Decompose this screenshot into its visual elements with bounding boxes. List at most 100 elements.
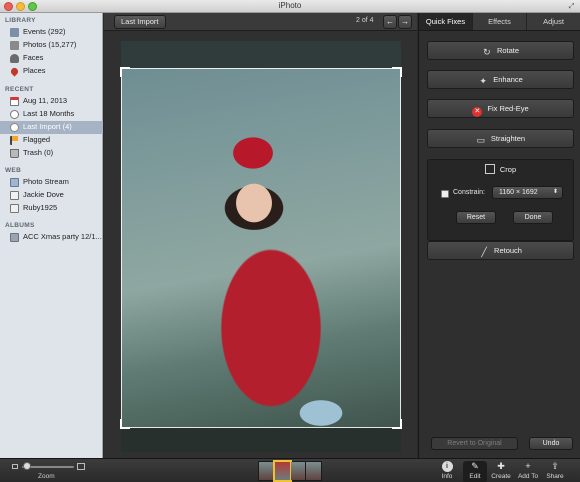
zoom-slider-knob[interactable]	[23, 462, 31, 470]
edit-label: Edit	[469, 473, 481, 480]
photos-icon	[10, 41, 19, 50]
add-to-button[interactable]: + Add To	[516, 461, 540, 482]
enhance-button[interactable]: ✦ Enhance	[427, 70, 574, 89]
sidebar-item-photos[interactable]: Photos (15,277)	[0, 39, 103, 52]
create-icon: ✚	[497, 461, 505, 471]
flag-icon	[10, 136, 19, 145]
filmstrip-thumbnail[interactable]	[306, 462, 321, 480]
previous-photo-button[interactable]: ←	[383, 15, 397, 29]
sidebar-item-trash[interactable]: Trash (0)	[0, 147, 103, 160]
sidebar-item-last-import[interactable]: Last Import (4)	[0, 121, 103, 134]
straighten-button[interactable]: ▭ Straighten	[427, 129, 574, 148]
last-import-breadcrumb-button[interactable]: Last Import	[114, 15, 166, 29]
next-photo-button[interactable]: →	[398, 15, 412, 29]
sidebar-heading-recent: RECENT	[5, 86, 34, 93]
retouch-button[interactable]: ╱ Retouch	[427, 241, 574, 260]
sidebar: LIBRARY Events (292) Photos (15,277) Fac…	[0, 13, 103, 458]
sidebar-item-label: Last 18 Months	[23, 109, 75, 118]
window-title: iPhoto	[278, 1, 302, 10]
undo-button[interactable]: Undo	[529, 437, 573, 450]
edit-pencil-icon: ✎	[471, 461, 479, 471]
crop-handle-bottom-right[interactable]	[392, 419, 402, 429]
constrain-ratio-value: 1160 × 1692	[499, 189, 538, 196]
trash-icon	[10, 149, 19, 158]
sidebar-heading-albums: ALBUMS	[5, 222, 35, 229]
sidebar-item-label: Faces	[23, 53, 44, 62]
clock-icon	[10, 110, 19, 119]
constrain-checkbox[interactable]	[441, 190, 449, 198]
crop-icon	[484, 164, 495, 174]
fix-red-eye-button[interactable]: ✕ Fix Red-Eye	[427, 99, 574, 118]
sidebar-item-acc-xmas-party[interactable]: ACC Xmas party 12/1...	[0, 231, 103, 244]
filmstrip-thumbnail[interactable]	[290, 462, 306, 480]
red-eye-icon: ✕	[472, 107, 483, 117]
calendar-icon	[10, 97, 19, 106]
rotate-button[interactable]: ↻ Rotate	[427, 41, 574, 60]
crop-handle-top-left[interactable]	[120, 67, 130, 77]
sidebar-item-flagged[interactable]: Flagged	[0, 134, 103, 147]
info-icon: i	[441, 461, 453, 472]
fullscreen-icon[interactable]: ⤢	[567, 2, 576, 11]
photo-stream-icon	[10, 178, 19, 187]
zoom-label: Zoom	[38, 473, 55, 480]
photo-viewer	[104, 31, 417, 458]
sidebar-item-label: Photos (15,277)	[23, 40, 77, 49]
add-to-label: Add To	[517, 473, 539, 480]
fix-red-eye-label: Fix Red-Eye	[487, 104, 529, 113]
tab-adjust[interactable]: Adjust	[527, 13, 580, 30]
tab-effects[interactable]: Effects	[473, 13, 527, 30]
rotate-icon: ↻	[483, 47, 491, 57]
share-label: Share	[546, 473, 564, 480]
sidebar-item-label: Trash (0)	[23, 148, 54, 157]
title-bar: iPhoto ⤢	[0, 0, 580, 13]
sidebar-item-events[interactable]: Events (292)	[0, 26, 103, 39]
crop-panel: Crop Constrain: 1160 × 1692 ⬍ Reset Done	[427, 159, 574, 241]
edit-button[interactable]: ✎ Edit	[463, 461, 487, 482]
chevron-updown-icon: ⬍	[552, 189, 558, 195]
enhance-label: Enhance	[493, 75, 523, 84]
info-label: Info	[441, 473, 453, 480]
create-label: Create	[491, 473, 511, 480]
share-button[interactable]: ⇪ Share	[543, 461, 567, 482]
sidebar-item-label: Flagged	[23, 135, 51, 144]
create-button[interactable]: ✚ Create	[489, 461, 513, 482]
album-icon	[10, 233, 19, 242]
sidebar-item-label: ACC Xmas party 12/1...	[23, 232, 102, 241]
sidebar-item-aug-11[interactable]: Aug 11, 2013	[0, 95, 103, 108]
sidebar-item-label: Jackie Dove	[23, 190, 64, 199]
sidebar-item-label: Aug 11, 2013	[23, 96, 68, 105]
enhance-icon: ✦	[479, 76, 487, 86]
web-album-icon	[10, 191, 19, 200]
sidebar-item-last-18-months[interactable]: Last 18 Months	[0, 108, 103, 121]
rotate-label: Rotate	[496, 46, 520, 55]
filmstrip-thumbnail[interactable]	[259, 462, 274, 480]
bottom-toolbar: Zoom i Info ✎ Edit ✚ Create + Add To ⇪ S…	[0, 458, 580, 482]
sidebar-item-jackie-dove[interactable]: Jackie Dove	[0, 189, 103, 202]
zoom-in-icon[interactable]	[77, 463, 85, 470]
sidebar-item-faces[interactable]: Faces	[0, 52, 103, 65]
crop-handle-bottom-left[interactable]	[120, 419, 130, 429]
revert-to-original-button[interactable]: Revert to Original	[431, 437, 518, 450]
sidebar-item-photo-stream[interactable]: Photo Stream	[0, 176, 103, 189]
straighten-label: Straighten	[490, 134, 526, 143]
zoom-out-icon[interactable]	[12, 464, 18, 469]
web-album-icon	[10, 204, 19, 213]
sidebar-item-label: Ruby1925	[23, 203, 58, 212]
crop-reset-button[interactable]: Reset	[456, 211, 496, 224]
crop-heading[interactable]: Crop	[428, 164, 573, 174]
sidebar-item-label: Places	[23, 66, 46, 75]
straighten-icon: ▭	[476, 135, 486, 145]
sidebar-item-places[interactable]: Places	[0, 65, 103, 78]
tab-quick-fixes[interactable]: Quick Fixes	[419, 13, 473, 30]
info-button[interactable]: i Info	[435, 461, 459, 482]
crop-label: Crop	[499, 165, 517, 174]
faces-icon	[10, 54, 19, 63]
sidebar-item-ruby1925[interactable]: Ruby1925	[0, 202, 103, 215]
crop-frame[interactable]	[120, 67, 402, 429]
viewer-toolbar: Last Import 2 of 4 ← →	[104, 13, 417, 31]
constrain-ratio-select[interactable]: 1160 × 1692 ⬍	[492, 186, 563, 199]
crop-done-button[interactable]: Done	[513, 211, 553, 224]
crop-handle-top-right[interactable]	[392, 67, 402, 77]
retouch-label: Retouch	[494, 246, 522, 255]
filmstrip-thumbnail-selected[interactable]	[272, 460, 292, 482]
